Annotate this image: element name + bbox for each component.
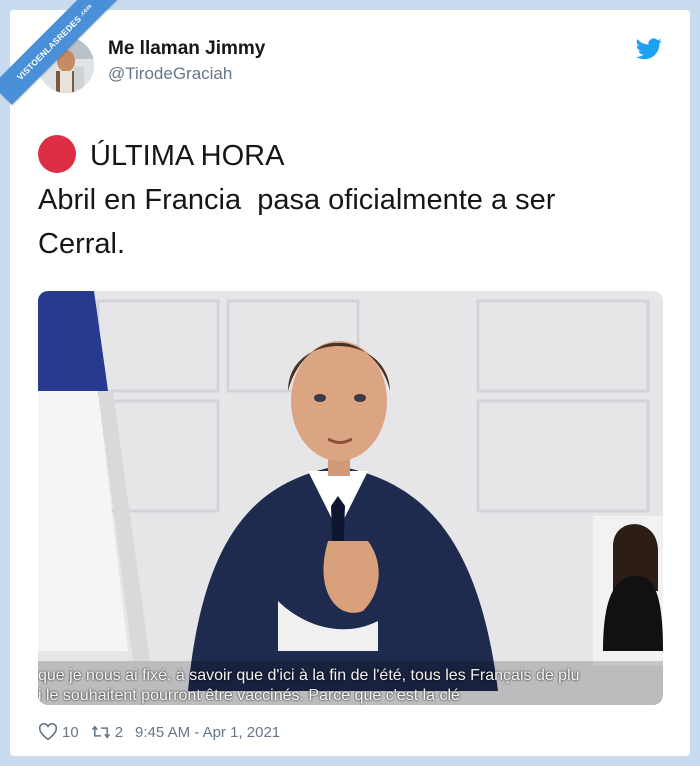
tweet-text: ÚLTIMA HORA Abril en Francia pasa oficia… — [38, 134, 668, 266]
author-handle[interactable]: @TirodeGraciah — [108, 64, 232, 84]
heart-icon[interactable] — [38, 723, 58, 741]
like-count: 10 — [62, 723, 79, 741]
twitter-bird-icon[interactable] — [636, 38, 662, 60]
tweet-footer: 10 2 9:45 AM - Apr 1, 2021 — [38, 722, 280, 742]
tweet-line-3: Cerral. — [38, 228, 126, 260]
red-circle-icon — [38, 135, 76, 173]
tweet-media[interactable]: que je nous ai fixé, à savoir que d'ici … — [38, 291, 663, 705]
tweet-timestamp[interactable]: 9:45 AM - Apr 1, 2021 — [135, 724, 280, 741]
retweet-count: 2 — [114, 723, 124, 741]
retweet-icon[interactable] — [91, 723, 111, 741]
media-subtitle-2: i le souhaitent pourront être vaccinés. … — [38, 687, 460, 704]
author-name[interactable]: Me llaman Jimmy — [108, 38, 265, 60]
media-image — [38, 291, 663, 705]
tweet-line-2: Abril en Francia pasa oficialmente a ser — [38, 184, 556, 216]
watermark-sub: .com — [78, 3, 94, 19]
media-subtitle-1: que je nous ai fixé, à savoir que d'ici … — [38, 667, 580, 684]
tweet-card: VISTOENLASREDES .com Me llaman Jimmy @Tir… — [0, 0, 690, 756]
tweet-line-1: ÚLTIMA HORA — [38, 134, 668, 178]
headline: ÚLTIMA HORA — [90, 140, 285, 172]
